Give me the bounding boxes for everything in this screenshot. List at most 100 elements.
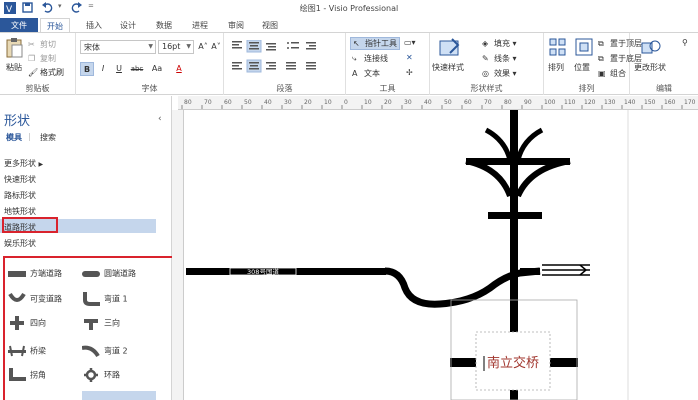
subtab-search[interactable]: 搜索 bbox=[40, 132, 56, 143]
shape-corner[interactable]: 拐角 bbox=[8, 368, 46, 382]
stencil-metro[interactable]: 地铁形状 bbox=[4, 206, 36, 217]
effects-button[interactable]: ◎ 效果 ▾ bbox=[482, 68, 517, 79]
align-button[interactable] bbox=[548, 37, 568, 61]
three-way-icon bbox=[84, 319, 98, 330]
strikethrough-button[interactable]: abc bbox=[128, 62, 146, 76]
format-painter-label: 格式刷 bbox=[40, 68, 64, 77]
change-shape-button[interactable] bbox=[640, 37, 662, 61]
pointer-tool-button[interactable]: ↖ 指针工具 bbox=[350, 37, 400, 50]
tab-design[interactable]: 设计 bbox=[114, 18, 142, 32]
stencil-quick-shapes[interactable]: 快速形状 bbox=[4, 174, 36, 185]
position-label[interactable]: 位置 bbox=[574, 62, 590, 73]
tab-view[interactable]: 视图 bbox=[256, 18, 284, 32]
close-tool-button[interactable]: ✕ bbox=[406, 53, 413, 62]
paste-label[interactable]: 粘贴 bbox=[6, 62, 22, 73]
shape-label: 可变道路 bbox=[30, 294, 62, 304]
indent-icon bbox=[306, 42, 316, 50]
quick-styles-button[interactable] bbox=[438, 37, 462, 61]
fill-bucket-icon: ◈ bbox=[482, 38, 489, 48]
rectangle-icon: ▭▾ bbox=[404, 38, 416, 47]
alignment-buttons[interactable] bbox=[230, 40, 340, 80]
copy-button[interactable]: ❐ 复制 bbox=[28, 53, 56, 64]
shape-bridge[interactable]: 桥梁 bbox=[8, 344, 46, 358]
vertical-ruler[interactable] bbox=[172, 110, 184, 400]
tab-insert[interactable]: 插入 bbox=[80, 18, 108, 32]
shape-curve-2[interactable]: 弯道 2 bbox=[82, 344, 128, 358]
title-bar: V ▾ = 绘图1 - Visio Professional bbox=[0, 0, 698, 16]
subtab-stencils[interactable]: 模具 bbox=[6, 132, 22, 143]
ruler-tick-label: 20 bbox=[384, 99, 392, 106]
paste-button[interactable] bbox=[4, 37, 24, 61]
format-painter-button[interactable]: 🖌 格式刷 bbox=[28, 67, 64, 78]
editing-group: 更改形状 ⚲ 编辑 bbox=[630, 33, 698, 95]
ribbon: 粘贴 ✂ 剪切 ❐ 复制 🖌 格式刷 剪贴板 宋体 ▼ 16pt ▼ A˄ A˅ B I … bbox=[0, 32, 698, 95]
bold-button[interactable]: B bbox=[80, 62, 94, 76]
ribbon-tabs: 文件 开始 插入 设计 数据 进程 审阅 视图 bbox=[0, 16, 698, 32]
stencil-roads[interactable]: 道路形状 bbox=[4, 222, 36, 233]
text-tool-button[interactable]: A 文本 bbox=[352, 68, 380, 79]
position-button[interactable] bbox=[574, 37, 594, 61]
rectangle-tool-button[interactable]: ▭▾ bbox=[404, 38, 416, 47]
shape-roundabout[interactable]: 环路 bbox=[82, 368, 120, 382]
connector-label: 连接线 bbox=[364, 54, 388, 63]
change-case-button[interactable]: Aa bbox=[148, 62, 166, 76]
ruler-tick-label: 70 bbox=[484, 99, 492, 106]
round-road-icon bbox=[82, 270, 100, 277]
connection-point-button[interactable]: ✢ bbox=[406, 68, 413, 77]
shapes-panel: 形状 ‹ 模具 | 搜索 更多形状 ▶ 快速形状 路标形状 地铁形状 道路形状 … bbox=[0, 96, 175, 400]
quick-styles-icon bbox=[439, 38, 460, 56]
shape-variable-road[interactable]: 可变道路 bbox=[8, 292, 62, 306]
tab-data[interactable]: 数据 bbox=[150, 18, 178, 32]
shape-partial-highlight bbox=[82, 391, 156, 400]
horizontal-ruler[interactable]: 80 70 60 50 40 30 20 10 0 10 20 30 40 50 60 70 80 90 100 11… bbox=[178, 96, 698, 110]
quick-styles-label[interactable]: 快速样式 bbox=[432, 62, 464, 73]
shape-three-way[interactable]: 三向 bbox=[82, 316, 120, 330]
collapse-panel-icon[interactable]: ‹ bbox=[158, 114, 162, 124]
shrink-font-button[interactable]: A˅ bbox=[209, 40, 223, 54]
text-direction-icon bbox=[306, 62, 316, 70]
shape-four-way[interactable]: 四向 bbox=[8, 316, 46, 330]
change-shape-label[interactable]: 更改形状 bbox=[634, 62, 666, 73]
fill-button[interactable]: ◈ 填充 ▾ bbox=[482, 38, 517, 49]
italic-button[interactable]: I bbox=[96, 62, 110, 76]
stencil-signs[interactable]: 路标形状 bbox=[4, 190, 36, 201]
connector-button[interactable]: ⤷ 连接线 bbox=[352, 53, 388, 64]
line-button[interactable]: ✎ 线条 ▾ bbox=[482, 53, 517, 64]
stencil-recreation[interactable]: 娱乐形状 bbox=[4, 238, 36, 249]
drawing-canvas[interactable] bbox=[184, 110, 698, 400]
shape-round-road[interactable]: 圆端道路 bbox=[82, 268, 136, 279]
text-icon: A bbox=[352, 68, 358, 78]
change-shape-icon bbox=[641, 40, 661, 54]
find-button[interactable]: ⚲ bbox=[682, 38, 688, 47]
more-shapes-label: 更多形状 bbox=[4, 159, 36, 168]
shape-label: 三向 bbox=[104, 318, 120, 328]
tab-process[interactable]: 进程 bbox=[186, 18, 214, 32]
underline-button[interactable]: U bbox=[112, 62, 126, 76]
ruler-tick-label: 170 bbox=[684, 99, 696, 106]
font-size-value: 16pt bbox=[162, 42, 181, 51]
cut-label: 剪切 bbox=[40, 40, 56, 49]
ruler-tick-label: 80 bbox=[184, 99, 192, 106]
ruler-tick-label: 40 bbox=[264, 99, 272, 106]
group-button[interactable]: ▣ 组合 bbox=[598, 68, 626, 79]
cut-button[interactable]: ✂ 剪切 bbox=[28, 39, 56, 50]
shape-curve-1[interactable]: 弯道 1 bbox=[82, 292, 128, 306]
pointer-tool-label: 指针工具 bbox=[365, 39, 397, 48]
tab-home[interactable]: 开始 bbox=[40, 18, 70, 32]
font-name-combo[interactable]: 宋体 ▼ bbox=[80, 40, 156, 54]
clipboard-group-label: 剪贴板 bbox=[25, 84, 50, 93]
tab-review[interactable]: 审阅 bbox=[222, 18, 250, 32]
chevron-down-icon: ▼ bbox=[186, 43, 191, 50]
tab-file[interactable]: 文件 bbox=[0, 18, 38, 32]
font-size-combo[interactable]: 16pt ▼ bbox=[158, 40, 194, 54]
subtab-divider: | bbox=[28, 132, 31, 141]
stencil-more-shapes[interactable]: 更多形状 ▶ bbox=[4, 158, 43, 169]
align-label[interactable]: 排列 bbox=[548, 62, 564, 73]
font-color-button[interactable]: A bbox=[172, 62, 186, 76]
shape-label: 方端道路 bbox=[30, 269, 62, 278]
grow-font-button[interactable]: A˄ bbox=[196, 40, 210, 54]
effects-label: 效果 bbox=[494, 69, 510, 78]
bridge-icon bbox=[8, 345, 26, 357]
shape-label: 弯道 1 bbox=[104, 294, 128, 304]
shape-square-road[interactable]: 方端道路 bbox=[8, 268, 62, 279]
